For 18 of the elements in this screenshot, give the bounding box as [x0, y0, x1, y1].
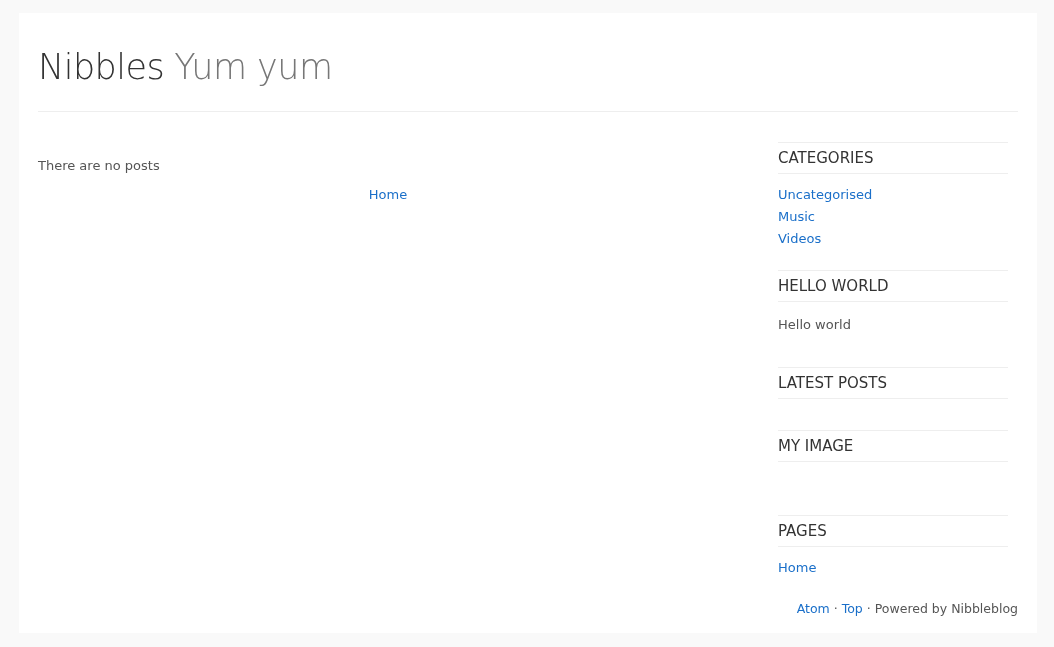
footer-link[interactable]: Top [841, 601, 863, 617]
footer-text: · Powered by Nibbleblog [866, 601, 1018, 617]
blog-title: Nibbles [38, 45, 165, 89]
widget-heading: LATEST POSTS [778, 367, 1008, 399]
blog-slogan: Yum yum [174, 45, 333, 89]
sidebar-link[interactable]: Uncategorised [778, 187, 873, 202]
sidebar-link[interactable]: Videos [778, 231, 822, 246]
widget-heading: MY IMAGE [778, 430, 1008, 462]
footer-link[interactable]: Atom [796, 601, 830, 617]
footer-text: · [833, 601, 838, 617]
sidebar-link[interactable]: Home [778, 560, 817, 575]
home-link[interactable]: Home [368, 186, 408, 202]
widget-heading: CATEGORIES [778, 142, 1008, 174]
sidebar-link[interactable]: Music [778, 209, 815, 224]
widget-heading: HELLO WORLD [778, 270, 1008, 302]
widget-text: Hello world [778, 316, 852, 334]
widget-heading: PAGES [778, 515, 1008, 547]
empty-message: There are no posts [38, 157, 161, 175]
